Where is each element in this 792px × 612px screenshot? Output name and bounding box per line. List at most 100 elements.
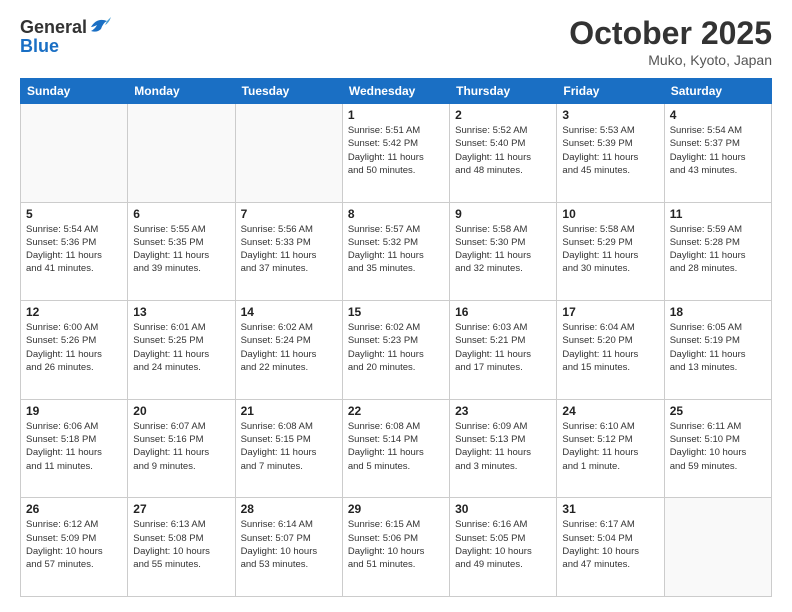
- calendar-cell-w1-d7: 4 Sunrise: 5:54 AM Sunset: 5:37 PM Daylig…: [664, 104, 771, 203]
- day-number: 17: [562, 305, 658, 319]
- day-info: Sunrise: 5:58 AM Sunset: 5:29 PM Dayligh…: [562, 223, 658, 276]
- day-number: 6: [133, 207, 229, 221]
- calendar-cell-w4-d3: 21Sunrise: 6:08 AM Sunset: 5:15 PM Dayli…: [235, 399, 342, 498]
- calendar-week-2: 5 Sunrise: 5:54 AM Sunset: 5:36 PM Daylig…: [21, 202, 772, 301]
- day-info: Sunrise: 6:14 AM Sunset: 5:07 PM Dayligh…: [241, 518, 337, 571]
- calendar-cell-w3-d4: 15Sunrise: 6:02 AM Sunset: 5:23 PM Dayli…: [342, 301, 449, 400]
- calendar-cell-w2-d1: 5 Sunrise: 5:54 AM Sunset: 5:36 PM Daylig…: [21, 202, 128, 301]
- day-info: Sunrise: 6:05 AM Sunset: 5:19 PM Dayligh…: [670, 321, 766, 374]
- day-number: 8: [348, 207, 444, 221]
- day-number: 2: [455, 108, 551, 122]
- col-wednesday: Wednesday: [342, 79, 449, 104]
- day-number: 18: [670, 305, 766, 319]
- day-number: 20: [133, 404, 229, 418]
- col-friday: Friday: [557, 79, 664, 104]
- day-info: Sunrise: 5:56 AM Sunset: 5:33 PM Dayligh…: [241, 223, 337, 276]
- day-number: 19: [26, 404, 122, 418]
- day-number: 11: [670, 207, 766, 221]
- day-info: Sunrise: 6:09 AM Sunset: 5:13 PM Dayligh…: [455, 420, 551, 473]
- day-number: 4: [670, 108, 766, 122]
- calendar-cell-w3-d2: 13 Sunrise: 6:01 AM Sunset: 5:25 PM Dayli…: [128, 301, 235, 400]
- location: Muko, Kyoto, Japan: [569, 52, 772, 68]
- day-info: Sunrise: 6:08 AM Sunset: 5:14 PM Dayligh…: [348, 420, 444, 473]
- col-thursday: Thursday: [450, 79, 557, 104]
- calendar-cell-w5-d5: 30 Sunrise: 6:16 AM Sunset: 5:05 PM Dayli…: [450, 498, 557, 597]
- calendar-cell-w3-d1: 12 Sunrise: 6:00 AM Sunset: 5:26 PM Dayli…: [21, 301, 128, 400]
- day-number: 7: [241, 207, 337, 221]
- day-number: 13: [133, 305, 229, 319]
- calendar-week-5: 26 Sunrise: 6:12 AM Sunset: 5:09 PM Dayli…: [21, 498, 772, 597]
- calendar-cell-w1-d4: 1 Sunrise: 5:51 AM Sunset: 5:42 PM Daylig…: [342, 104, 449, 203]
- calendar-cell-w1-d2: [128, 104, 235, 203]
- calendar-cell-w4-d5: 23Sunrise: 6:09 AM Sunset: 5:13 PM Dayli…: [450, 399, 557, 498]
- day-number: 12: [26, 305, 122, 319]
- page: General Blue October 2025 Muko, Kyoto, J…: [0, 0, 792, 612]
- calendar-cell-w5-d7: [664, 498, 771, 597]
- calendar-cell-w1-d1: [21, 104, 128, 203]
- day-number: 21: [241, 404, 337, 418]
- day-info: Sunrise: 5:52 AM Sunset: 5:40 PM Dayligh…: [455, 124, 551, 177]
- calendar-cell-w4-d2: 20 Sunrise: 6:07 AM Sunset: 5:16 PM Dayli…: [128, 399, 235, 498]
- day-info: Sunrise: 6:02 AM Sunset: 5:23 PM Dayligh…: [348, 321, 444, 374]
- calendar-cell-w4-d6: 24Sunrise: 6:10 AM Sunset: 5:12 PM Dayli…: [557, 399, 664, 498]
- calendar-cell-w3-d6: 17 Sunrise: 6:04 AM Sunset: 5:20 PM Dayli…: [557, 301, 664, 400]
- day-number: 14: [241, 305, 337, 319]
- logo-general-text: General: [20, 17, 87, 38]
- day-number: 24: [562, 404, 658, 418]
- day-info: Sunrise: 6:07 AM Sunset: 5:16 PM Dayligh…: [133, 420, 229, 473]
- calendar-cell-w2-d2: 6 Sunrise: 5:55 AM Sunset: 5:35 PM Daylig…: [128, 202, 235, 301]
- calendar-cell-w4-d7: 25Sunrise: 6:11 AM Sunset: 5:10 PM Dayli…: [664, 399, 771, 498]
- day-info: Sunrise: 5:54 AM Sunset: 5:36 PM Dayligh…: [26, 223, 122, 276]
- calendar-cell-w5-d1: 26 Sunrise: 6:12 AM Sunset: 5:09 PM Dayli…: [21, 498, 128, 597]
- logo-blue-text: Blue: [20, 36, 59, 57]
- title-block: October 2025 Muko, Kyoto, Japan: [569, 15, 772, 68]
- calendar-cell-w3-d3: 14 Sunrise: 6:02 AM Sunset: 5:24 PM Dayli…: [235, 301, 342, 400]
- col-monday: Monday: [128, 79, 235, 104]
- calendar-cell-w4-d4: 22 Sunrise: 6:08 AM Sunset: 5:14 PM Dayli…: [342, 399, 449, 498]
- day-info: Sunrise: 5:59 AM Sunset: 5:28 PM Dayligh…: [670, 223, 766, 276]
- day-number: 1: [348, 108, 444, 122]
- calendar-cell-w2-d5: 9 Sunrise: 5:58 AM Sunset: 5:30 PM Daylig…: [450, 202, 557, 301]
- col-tuesday: Tuesday: [235, 79, 342, 104]
- logo: General Blue: [20, 15, 111, 57]
- calendar-cell-w2-d6: 10Sunrise: 5:58 AM Sunset: 5:29 PM Dayli…: [557, 202, 664, 301]
- day-info: Sunrise: 6:04 AM Sunset: 5:20 PM Dayligh…: [562, 321, 658, 374]
- day-info: Sunrise: 6:12 AM Sunset: 5:09 PM Dayligh…: [26, 518, 122, 571]
- calendar-cell-w2-d7: 11 Sunrise: 5:59 AM Sunset: 5:28 PM Dayli…: [664, 202, 771, 301]
- calendar-cell-w1-d3: [235, 104, 342, 203]
- day-number: 27: [133, 502, 229, 516]
- day-info: Sunrise: 6:13 AM Sunset: 5:08 PM Dayligh…: [133, 518, 229, 571]
- day-number: 26: [26, 502, 122, 516]
- day-number: 29: [348, 502, 444, 516]
- day-info: Sunrise: 6:17 AM Sunset: 5:04 PM Dayligh…: [562, 518, 658, 571]
- calendar-cell-w4-d1: 19Sunrise: 6:06 AM Sunset: 5:18 PM Dayli…: [21, 399, 128, 498]
- day-number: 9: [455, 207, 551, 221]
- calendar-cell-w1-d5: 2 Sunrise: 5:52 AM Sunset: 5:40 PM Daylig…: [450, 104, 557, 203]
- calendar-cell-w3-d7: 18 Sunrise: 6:05 AM Sunset: 5:19 PM Dayli…: [664, 301, 771, 400]
- calendar-header-row: Sunday Monday Tuesday Wednesday Thursday…: [21, 79, 772, 104]
- day-info: Sunrise: 6:16 AM Sunset: 5:05 PM Dayligh…: [455, 518, 551, 571]
- day-info: Sunrise: 6:02 AM Sunset: 5:24 PM Dayligh…: [241, 321, 337, 374]
- calendar-cell-w2-d3: 7 Sunrise: 5:56 AM Sunset: 5:33 PM Daylig…: [235, 202, 342, 301]
- day-number: 3: [562, 108, 658, 122]
- day-info: Sunrise: 6:11 AM Sunset: 5:10 PM Dayligh…: [670, 420, 766, 473]
- day-number: 22: [348, 404, 444, 418]
- day-info: Sunrise: 5:55 AM Sunset: 5:35 PM Dayligh…: [133, 223, 229, 276]
- day-info: Sunrise: 5:54 AM Sunset: 5:37 PM Dayligh…: [670, 124, 766, 177]
- day-info: Sunrise: 6:01 AM Sunset: 5:25 PM Dayligh…: [133, 321, 229, 374]
- day-number: 16: [455, 305, 551, 319]
- calendar-week-4: 19Sunrise: 6:06 AM Sunset: 5:18 PM Dayli…: [21, 399, 772, 498]
- day-info: Sunrise: 6:03 AM Sunset: 5:21 PM Dayligh…: [455, 321, 551, 374]
- header: General Blue October 2025 Muko, Kyoto, J…: [20, 15, 772, 68]
- calendar-cell-w5-d2: 27 Sunrise: 6:13 AM Sunset: 5:08 PM Dayli…: [128, 498, 235, 597]
- calendar-cell-w2-d4: 8Sunrise: 5:57 AM Sunset: 5:32 PM Daylig…: [342, 202, 449, 301]
- calendar-table: Sunday Monday Tuesday Wednesday Thursday…: [20, 78, 772, 597]
- day-info: Sunrise: 6:00 AM Sunset: 5:26 PM Dayligh…: [26, 321, 122, 374]
- day-info: Sunrise: 5:51 AM Sunset: 5:42 PM Dayligh…: [348, 124, 444, 177]
- calendar-cell-w5-d3: 28Sunrise: 6:14 AM Sunset: 5:07 PM Dayli…: [235, 498, 342, 597]
- day-number: 30: [455, 502, 551, 516]
- day-info: Sunrise: 5:53 AM Sunset: 5:39 PM Dayligh…: [562, 124, 658, 177]
- day-info: Sunrise: 5:58 AM Sunset: 5:30 PM Dayligh…: [455, 223, 551, 276]
- day-number: 5: [26, 207, 122, 221]
- calendar-cell-w5-d6: 31Sunrise: 6:17 AM Sunset: 5:04 PM Dayli…: [557, 498, 664, 597]
